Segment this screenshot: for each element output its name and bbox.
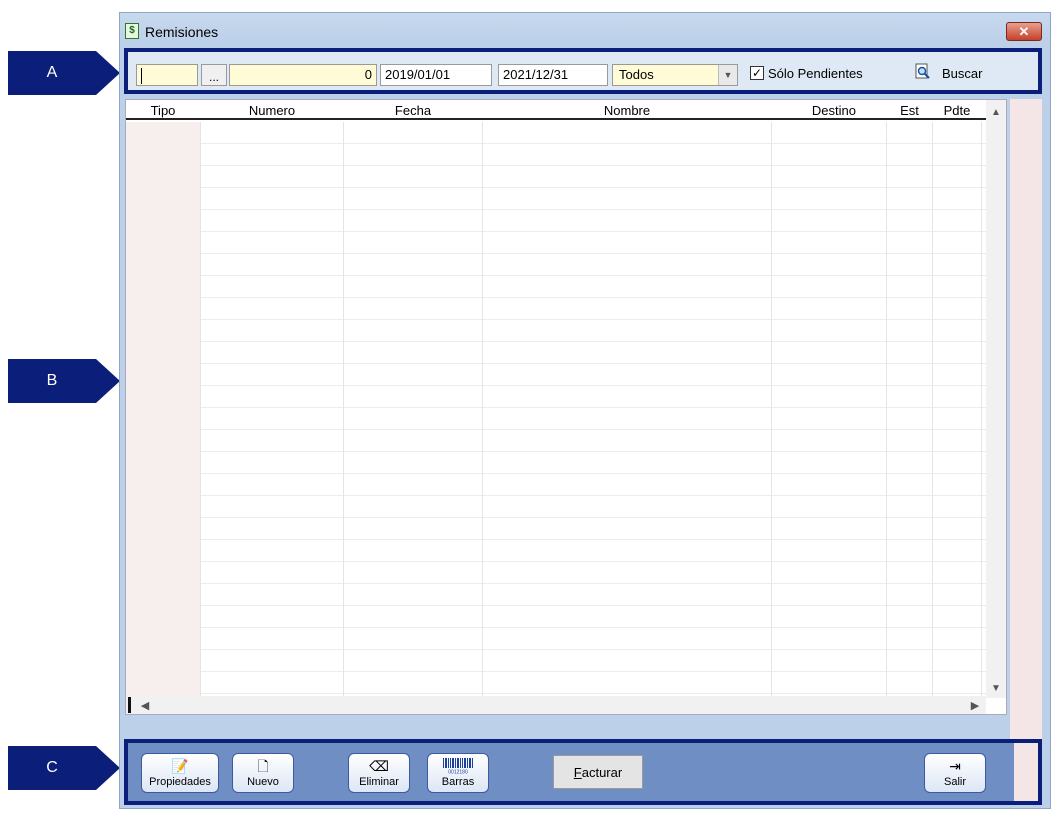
grid-header: Tipo Numero Fecha Nombre Destino Est Pdt… — [126, 100, 986, 120]
right-side-panel — [1010, 99, 1042, 739]
column-header-nombre[interactable]: Nombre — [483, 103, 771, 118]
close-button[interactable]: ✕ — [1006, 22, 1042, 41]
date-to-input[interactable]: 2021/12/31 — [498, 64, 608, 86]
facturar-button[interactable]: Facturar — [553, 755, 643, 789]
date-from-input[interactable]: 2019/01/01 — [380, 64, 492, 86]
callout-b-label: B — [8, 359, 96, 403]
column-header-numero[interactable]: Numero — [201, 103, 343, 118]
salir-button[interactable]: ⇥ Salir — [924, 753, 986, 793]
only-pending-label[interactable]: Sólo Pendientes — [768, 66, 863, 81]
facturar-label: acturar — [581, 764, 623, 780]
barcode-icon: 0012180 — [443, 758, 473, 775]
callout-a-label: A — [8, 51, 96, 95]
barras-label: Barras — [441, 776, 475, 788]
tipo-column-fill — [126, 122, 200, 714]
column-header-tipo[interactable]: Tipo — [126, 103, 200, 118]
scroll-down-icon[interactable]: ▼ — [986, 678, 1006, 698]
lookup-button[interactable]: ... — [201, 64, 227, 86]
eraser-icon: ⌫ — [369, 758, 389, 774]
horizontal-scrollbar[interactable]: ◀ ▶ — [126, 696, 986, 714]
remisiones-grid: Tipo Numero Fecha Nombre Destino Est Pdt… — [125, 99, 1007, 715]
svg-text:0012180: 0012180 — [448, 770, 468, 775]
status-select-value: Todos — [619, 67, 654, 82]
code-input[interactable] — [136, 64, 198, 86]
nuevo-label: Nuevo — [247, 776, 279, 788]
grid-body[interactable] — [126, 122, 986, 714]
scroll-right-icon[interactable]: ▶ — [966, 696, 984, 714]
properties-icon: 📝 — [171, 758, 189, 774]
search-icon[interactable] — [914, 63, 932, 81]
row-marker — [128, 697, 131, 713]
toolbar-right-panel — [1014, 743, 1038, 801]
remisiones-window: $ Remisiones ✕ ... 0 2019/01/01 2021/12/… — [119, 12, 1051, 809]
nuevo-button[interactable]: 🗋 Nuevo — [232, 753, 294, 793]
column-header-fecha[interactable]: Fecha — [344, 103, 482, 118]
barras-button[interactable]: 0012180 Barras — [427, 753, 489, 793]
eliminar-button[interactable]: ⌫ Eliminar — [348, 753, 410, 793]
salir-label: Salir — [943, 776, 966, 788]
number-input[interactable]: 0 — [229, 64, 377, 86]
title-bar[interactable]: $ Remisiones ✕ — [120, 13, 1050, 43]
exit-door-icon: ⇥ — [949, 758, 961, 774]
propiedades-label: Propiedades — [149, 776, 211, 788]
column-header-destino[interactable]: Destino — [772, 103, 886, 118]
facturar-hotkey: F — [573, 764, 582, 780]
document-dollar-icon: $ — [125, 23, 139, 39]
new-document-icon: 🗋 — [257, 758, 269, 774]
chevron-down-icon[interactable]: ▼ — [718, 65, 737, 85]
callout-c-label: C — [8, 746, 96, 790]
vertical-scrollbar[interactable]: ▲ ▼ — [986, 100, 1006, 698]
callout-b: B — [8, 359, 120, 403]
only-pending-checkbox[interactable]: ✓ — [750, 66, 764, 80]
column-header-pdte[interactable]: Pdte — [933, 103, 981, 118]
eliminar-label: Eliminar — [359, 776, 399, 788]
column-header-est[interactable]: Est — [887, 103, 932, 118]
search-button-label[interactable]: Buscar — [942, 66, 982, 81]
status-select[interactable]: Todos ▼ — [612, 64, 738, 86]
callout-c: C — [8, 746, 120, 790]
scroll-left-icon[interactable]: ◀ — [136, 696, 154, 714]
filter-toolbar: ... 0 2019/01/01 2021/12/31 Todos ▼ ✓ Só… — [124, 48, 1042, 94]
action-toolbar: 📝 Propiedades 🗋 Nuevo ⌫ Eliminar 0012180 — [124, 739, 1042, 805]
text-caret — [141, 67, 142, 84]
scroll-up-icon[interactable]: ▲ — [986, 102, 1006, 122]
window-title: Remisiones — [145, 24, 219, 40]
callout-a: A — [8, 51, 120, 95]
propiedades-button[interactable]: 📝 Propiedades — [141, 753, 219, 793]
